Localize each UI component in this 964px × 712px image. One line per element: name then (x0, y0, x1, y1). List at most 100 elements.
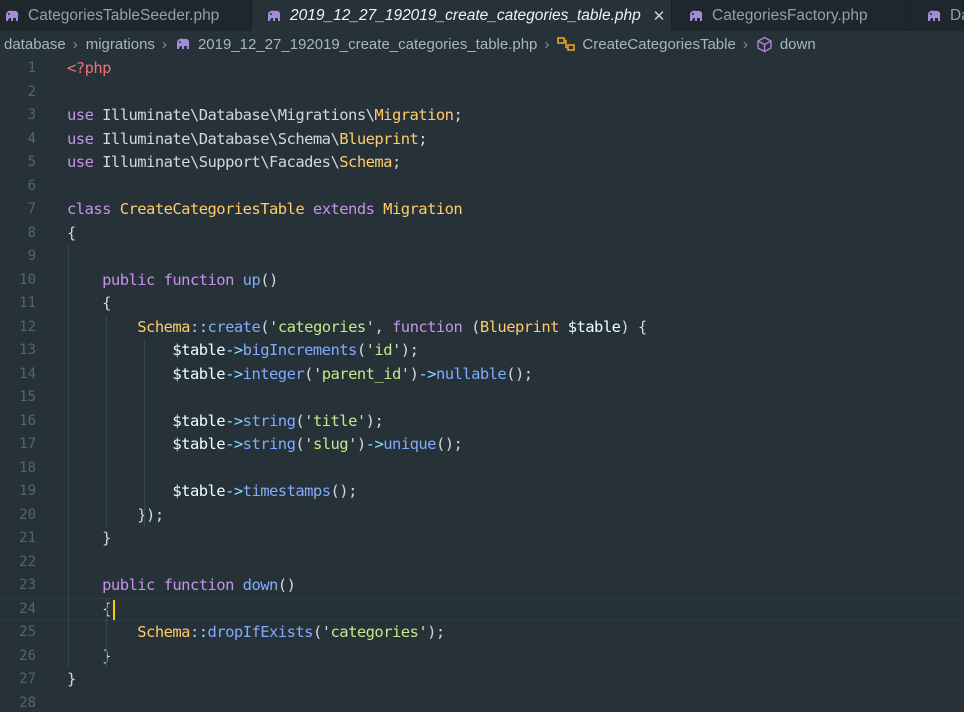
code-token: categories (330, 623, 419, 641)
code-token: down (242, 576, 279, 594)
breadcrumb-database[interactable]: database (4, 36, 66, 53)
code-token: ) { (620, 317, 647, 336)
line-number: 25 (19, 624, 36, 640)
line-number: 28 (19, 694, 36, 711)
code-token: string (242, 411, 296, 430)
code-line[interactable]: 6 (0, 175, 964, 199)
code-token: -> (418, 364, 436, 383)
code-token: '); (392, 341, 419, 359)
code-token: -> (225, 411, 243, 430)
code-text: } (67, 668, 76, 692)
code-token: { (67, 294, 111, 312)
code-line[interactable]: 25 Schema::dropIfExists('categories'); (0, 621, 964, 645)
code-token: () (260, 270, 278, 289)
code-line[interactable]: 2 (0, 81, 964, 105)
code-text: { (67, 598, 111, 622)
code-line[interactable]: 11 { (0, 292, 964, 316)
breadcrumb-migrations[interactable]: migrations (86, 36, 155, 53)
code-line[interactable]: 10 public function up() (0, 269, 964, 293)
code-token: (' (295, 435, 313, 453)
tab-categories-table-seeder[interactable]: CategoriesTableSeeder.php (0, 0, 252, 31)
php-elephant-icon (4, 9, 20, 23)
code-text: public function up() (67, 269, 278, 293)
code-token: -> (225, 482, 243, 500)
code-token: (); (506, 364, 533, 383)
code-token: function (392, 317, 472, 336)
line-number: 3 (27, 107, 36, 123)
code-token: '); (418, 623, 445, 641)
line-number: 16 (19, 412, 36, 429)
code-line[interactable]: 5 use Illuminate\Support\Facades\Schema; (0, 151, 964, 175)
code-token: CreateCategoriesTable (119, 200, 313, 218)
code-token: dropIfExists (207, 623, 314, 641)
code-text: $table->string('slug')->unique(); (67, 433, 462, 457)
line-number: 23 (19, 577, 36, 593)
code-line[interactable]: 8{ (0, 222, 964, 246)
php-elephant-icon (266, 9, 282, 23)
code-line[interactable]: 28 (0, 692, 964, 712)
chevron-right-icon: › (544, 35, 550, 53)
tab-create-categories-table[interactable]: 2019_12_27_192019_create_categories_tabl… (252, 0, 672, 31)
code-token: $table (172, 341, 226, 359)
code-text: $table->timestamps(); (67, 480, 357, 504)
line-number: 14 (19, 365, 36, 382)
code-line[interactable]: 27} (0, 668, 964, 692)
breadcrumb-file[interactable]: 2019_12_27_192019_create_categories_tabl… (175, 36, 537, 53)
breadcrumb-class[interactable]: CreateCategoriesTable (557, 36, 736, 53)
code-line[interactable]: 4 use Illuminate\Database\Schema\Blueprin… (0, 128, 964, 152)
method-cube-icon (756, 36, 773, 53)
code-text: class CreateCategoriesTable extends Migr… (67, 198, 463, 222)
code-line[interactable]: 9 (0, 245, 964, 269)
code-line[interactable]: 1 <?php (0, 57, 964, 81)
code-token: $table (172, 435, 226, 453)
line-number: 9 (27, 248, 36, 264)
indent-guide (144, 339, 145, 527)
line-number: 15 (19, 389, 36, 405)
line-number: 27 (19, 671, 36, 687)
code-token: (); (435, 435, 463, 453)
tab-categories-factory[interactable]: CategoriesFactory.php (672, 0, 910, 31)
code-token: bigIncrements (242, 341, 358, 359)
code-editor[interactable]: 1 <?php 2 3 use Illuminate\Database\Migratio… (0, 57, 964, 712)
breadcrumb-method[interactable]: down (756, 36, 816, 53)
code-line[interactable]: 22 (0, 551, 964, 575)
code-token: (' (356, 341, 375, 359)
code-token: $table (172, 364, 226, 383)
code-token: $table (172, 482, 226, 500)
line-number: 5 (27, 154, 36, 170)
code-token: Blueprint (339, 129, 419, 148)
breadcrumb-label: 2019_12_27_192019_create_categories_tabl… (197, 35, 538, 53)
code-token: -> (365, 435, 384, 453)
code-line[interactable]: 24 { (0, 598, 964, 622)
close-icon[interactable]: ✕ (653, 7, 666, 25)
code-token: (); (330, 482, 358, 500)
code-text: Schema::dropIfExists('categories'); (67, 621, 445, 645)
code-token: { (67, 223, 76, 242)
code-line[interactable]: 12 Schema::create('categories', function… (0, 316, 964, 340)
editor-tab-bar: CategoriesTableSeeder.php 2019_12_27_192… (0, 0, 964, 31)
code-line[interactable]: 23 public function down() (0, 574, 964, 598)
code-token: class (67, 200, 120, 218)
code-token: create (207, 317, 261, 336)
code-token: use (67, 153, 103, 171)
indent-guide (68, 245, 69, 668)
code-line[interactable]: 21 } (0, 527, 964, 551)
code-line[interactable]: 26 } (0, 645, 964, 669)
code-token: ; (418, 129, 428, 148)
code-line[interactable]: 3 use Illuminate\Database\Migrations\Migr… (0, 104, 964, 128)
code-text: public function down() (67, 574, 296, 598)
code-token: extends (312, 200, 384, 218)
code-token: timestamps (242, 482, 331, 500)
tab-overflow[interactable]: Da (910, 0, 964, 31)
chevron-right-icon: › (742, 35, 748, 53)
indent-guide (106, 315, 107, 527)
code-token: } (67, 646, 111, 665)
code-line[interactable]: 7 class CreateCategoriesTable extends Mig… (0, 198, 964, 222)
code-token: public function (102, 270, 243, 289)
